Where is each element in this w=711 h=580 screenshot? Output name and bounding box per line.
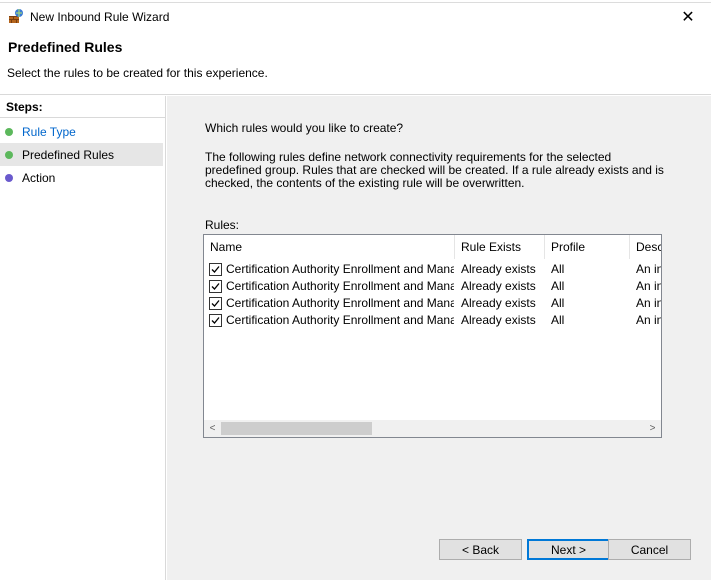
- question-text: Which rules would you like to create?: [205, 121, 404, 135]
- table-row[interactable]: Certification Authority Enrollment and M…: [204, 278, 661, 295]
- close-icon: ✕: [681, 9, 695, 26]
- table-row[interactable]: Certification Authority Enrollment and M…: [204, 261, 661, 278]
- checkmark-icon: [211, 266, 220, 273]
- page-subtitle: Select the rules to be created for this …: [7, 66, 268, 80]
- rule-name: Certification Authority Enrollment and M…: [226, 296, 454, 310]
- rule-description: An in: [636, 279, 662, 293]
- checkmark-icon: [211, 317, 220, 324]
- rule-description: An in: [636, 262, 662, 276]
- page-title: Predefined Rules: [8, 39, 123, 55]
- scroll-left-icon[interactable]: <: [204, 420, 221, 437]
- steps-divider: [0, 117, 165, 118]
- rule-profile: All: [551, 262, 565, 276]
- rule-exists: Already exists: [461, 262, 536, 276]
- close-button[interactable]: ✕: [665, 3, 711, 31]
- title-bar: New Inbound Rule Wizard ✕: [0, 3, 711, 31]
- scroll-right-icon[interactable]: >: [644, 420, 661, 437]
- rule-exists: Already exists: [461, 313, 536, 327]
- steps-title: Steps:: [6, 100, 43, 114]
- rule-profile: All: [551, 279, 565, 293]
- column-header-name[interactable]: Name: [204, 235, 455, 259]
- description-text: The following rules define network conne…: [205, 150, 664, 190]
- steps-panel: Steps: Rule Type Predefined Rules Action: [0, 96, 166, 580]
- rule-description: An in: [636, 296, 662, 310]
- step-rule-type[interactable]: Rule Type: [0, 120, 163, 143]
- rule-name: Certification Authority Enrollment and M…: [226, 262, 454, 276]
- rule-name: Certification Authority Enrollment and M…: [226, 313, 454, 327]
- rule-profile: All: [551, 296, 565, 310]
- step-label: Action: [22, 170, 56, 185]
- rule-checkbox[interactable]: [209, 314, 222, 327]
- rule-profile: All: [551, 313, 565, 327]
- rules-list-header: Name Rule Exists Profile Desc: [204, 235, 661, 259]
- step-action[interactable]: Action: [0, 166, 163, 189]
- rule-exists: Already exists: [461, 296, 536, 310]
- column-header-description[interactable]: Desc: [630, 235, 661, 259]
- step-status-icon: [5, 173, 13, 182]
- column-header-rule-exists[interactable]: Rule Exists: [455, 235, 545, 259]
- rule-name: Certification Authority Enrollment and M…: [226, 279, 454, 293]
- table-row[interactable]: Certification Authority Enrollment and M…: [204, 295, 661, 312]
- horizontal-scrollbar[interactable]: < >: [204, 420, 661, 437]
- step-label: Predefined Rules: [22, 147, 115, 162]
- checkmark-icon: [211, 300, 220, 307]
- rule-checkbox[interactable]: [209, 280, 222, 293]
- rule-description: An in: [636, 313, 662, 327]
- step-status-icon: [5, 127, 13, 136]
- checkmark-icon: [211, 283, 220, 290]
- firewall-app-icon: [8, 8, 24, 24]
- wizard-header: Predefined Rules Select the rules to be …: [0, 31, 711, 95]
- rules-list[interactable]: Name Rule Exists Profile Desc Certificat…: [203, 234, 662, 438]
- step-label: Rule Type: [22, 124, 76, 139]
- cancel-button[interactable]: Cancel: [608, 539, 691, 560]
- rules-label: Rules:: [205, 218, 240, 232]
- next-button[interactable]: Next >: [527, 539, 610, 560]
- table-row[interactable]: Certification Authority Enrollment and M…: [204, 312, 661, 329]
- step-status-icon: [5, 150, 13, 159]
- step-predefined-rules[interactable]: Predefined Rules: [0, 143, 163, 166]
- back-button[interactable]: < Back: [439, 539, 522, 560]
- column-header-profile[interactable]: Profile: [545, 235, 630, 259]
- rule-exists: Already exists: [461, 279, 536, 293]
- wizard-content: Which rules would you like to create? Th…: [167, 96, 711, 580]
- scroll-thumb[interactable]: [221, 422, 372, 435]
- window-title: New Inbound Rule Wizard: [30, 10, 170, 24]
- rule-checkbox[interactable]: [209, 297, 222, 310]
- rule-checkbox[interactable]: [209, 263, 222, 276]
